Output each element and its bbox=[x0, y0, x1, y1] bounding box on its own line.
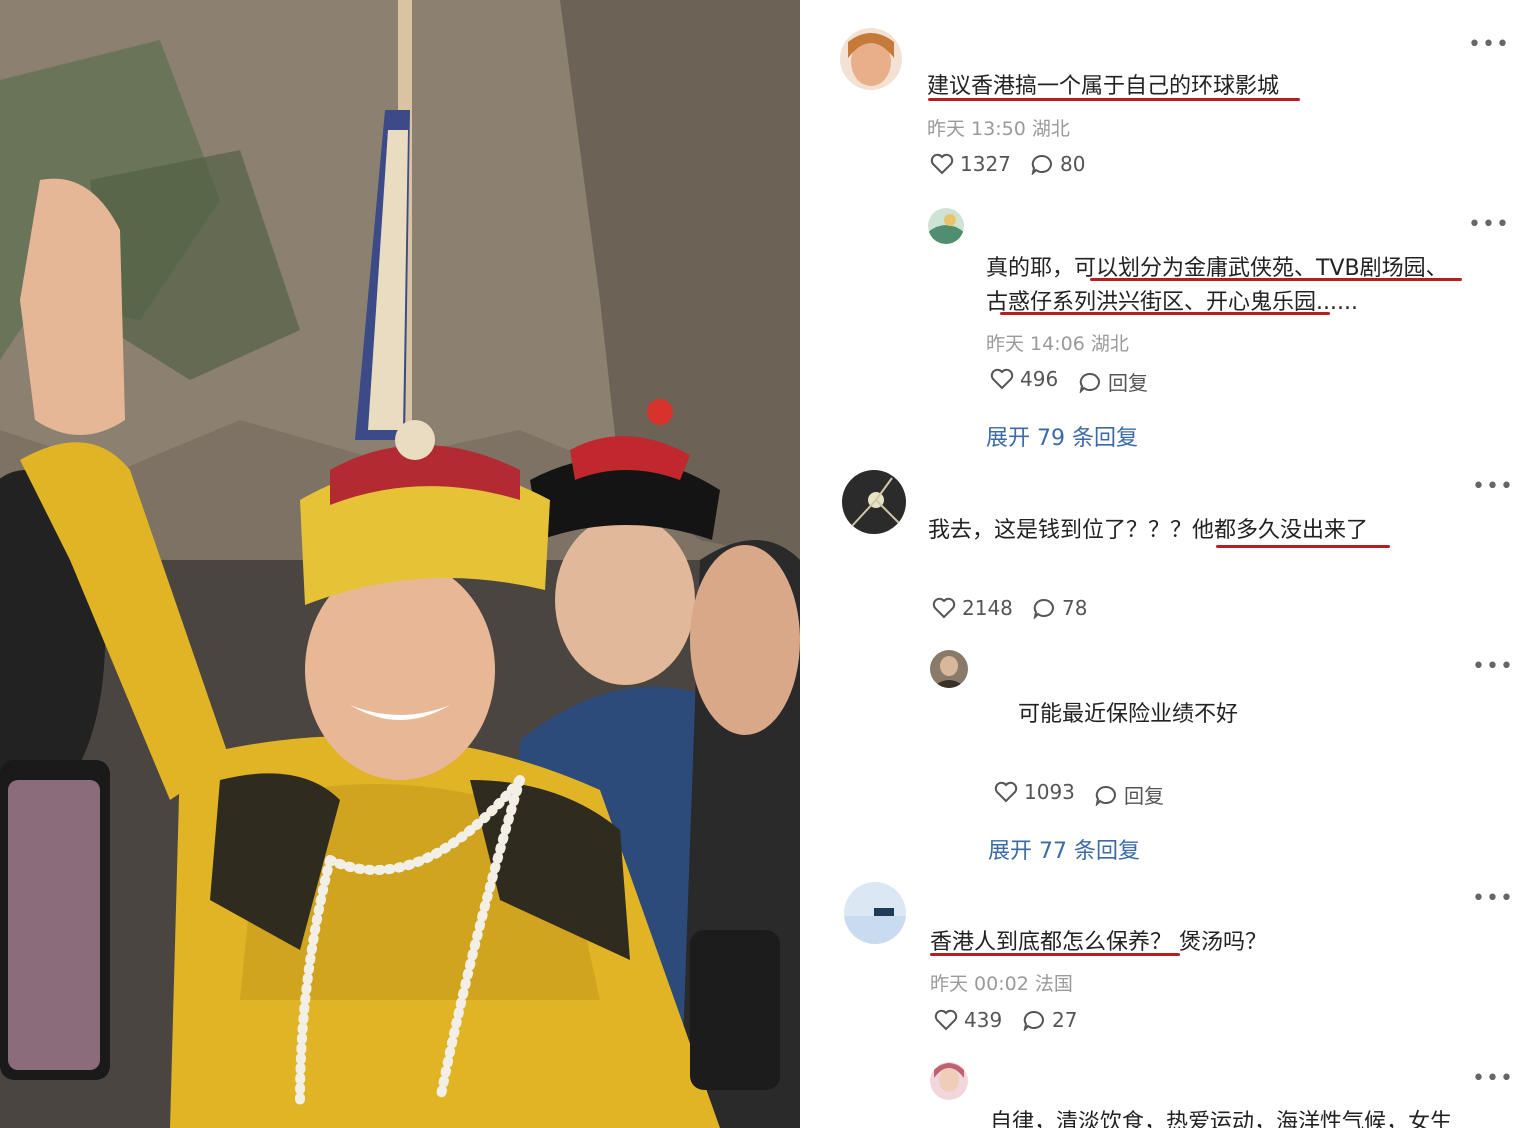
highlight-underline bbox=[1000, 312, 1330, 315]
reply-count: 27 bbox=[1052, 1008, 1078, 1032]
more-options-icon[interactable]: ••• bbox=[1472, 888, 1514, 910]
comment-bubble-icon bbox=[1031, 154, 1052, 175]
heart-icon bbox=[932, 597, 956, 619]
expand-replies-link[interactable]: 展开 79 条回复 bbox=[986, 420, 1138, 452]
avatar[interactable] bbox=[930, 650, 968, 688]
comment-text: 建议香港搞一个属于自己的环球影城 bbox=[927, 74, 1280, 99]
reply-button[interactable]: 回复 bbox=[1094, 780, 1164, 809]
highlight-underline bbox=[930, 953, 1180, 956]
comment-meta: 昨天 13:50 湖北 bbox=[927, 118, 1070, 140]
avatar[interactable] bbox=[928, 208, 964, 244]
avatar[interactable] bbox=[844, 882, 906, 944]
reply-count: 80 bbox=[1060, 152, 1086, 176]
heart-icon bbox=[990, 368, 1014, 390]
reply-button[interactable]: 27 bbox=[1022, 1008, 1077, 1032]
highlight-underline bbox=[1216, 545, 1390, 548]
highlight-underline bbox=[1090, 278, 1462, 281]
reply-text: 可能最近保险业绩不好 bbox=[1018, 702, 1239, 727]
reply-label: 回复 bbox=[1124, 784, 1164, 808]
reply-label: 回复 bbox=[1108, 371, 1148, 395]
avatar[interactable] bbox=[930, 1062, 968, 1100]
like-count: 1327 bbox=[960, 152, 1011, 176]
comment-list: ••• 建议香港搞一个属于自己的环球影城 昨天 13:50 湖北 1327 80… bbox=[800, 0, 1540, 1128]
like-button[interactable]: 1327 bbox=[930, 152, 1011, 176]
expand-replies-link[interactable]: 展开 77 条回复 bbox=[988, 833, 1140, 865]
more-options-icon[interactable]: ••• bbox=[1468, 34, 1510, 56]
heart-icon bbox=[994, 781, 1018, 803]
comment-bubble-icon bbox=[1095, 785, 1116, 806]
comment-bubble-icon bbox=[1079, 372, 1100, 393]
more-options-icon[interactable]: ••• bbox=[1468, 214, 1510, 236]
comment-meta: 昨天 00:02 法国 bbox=[930, 973, 1073, 995]
heart-icon bbox=[934, 1009, 958, 1031]
reply-button[interactable]: 80 bbox=[1030, 152, 1085, 176]
photo-panel bbox=[0, 0, 800, 1128]
like-button[interactable]: 439 bbox=[934, 1008, 1002, 1032]
reply-button[interactable]: 回复 bbox=[1078, 367, 1148, 396]
like-button[interactable]: 1093 bbox=[994, 780, 1075, 804]
more-options-icon[interactable]: ••• bbox=[1472, 1068, 1514, 1090]
comment-bubble-icon bbox=[1023, 1010, 1044, 1031]
like-count: 2148 bbox=[962, 596, 1013, 620]
like-count: 496 bbox=[1020, 367, 1059, 391]
like-count: 439 bbox=[964, 1008, 1003, 1032]
more-options-icon[interactable]: ••• bbox=[1472, 476, 1514, 498]
comment-bubble-icon bbox=[1033, 598, 1054, 619]
reply-button[interactable]: 78 bbox=[1032, 596, 1087, 620]
like-button[interactable]: 2148 bbox=[932, 596, 1013, 620]
reply-count: 78 bbox=[1062, 596, 1088, 620]
highlight-underline bbox=[928, 98, 1300, 101]
like-count: 1093 bbox=[1024, 780, 1075, 804]
heart-icon bbox=[930, 153, 954, 175]
like-button[interactable]: 496 bbox=[990, 367, 1058, 391]
avatar[interactable] bbox=[842, 470, 906, 534]
emperor-photo bbox=[0, 0, 800, 1128]
more-options-icon[interactable]: ••• bbox=[1472, 656, 1514, 678]
reply-meta: 昨天 14:06 湖北 bbox=[986, 333, 1129, 355]
reply-text: 自律，清淡饮食，热爱运动，海洋性气候，女生 bbox=[990, 1110, 1453, 1128]
comment-text: 香港人到底都怎么保养？ 煲汤吗？ bbox=[930, 930, 1268, 955]
comment-text: 我去，这是钱到位了？？？他都多久没出来了 bbox=[928, 518, 1369, 543]
avatar[interactable] bbox=[840, 28, 902, 90]
